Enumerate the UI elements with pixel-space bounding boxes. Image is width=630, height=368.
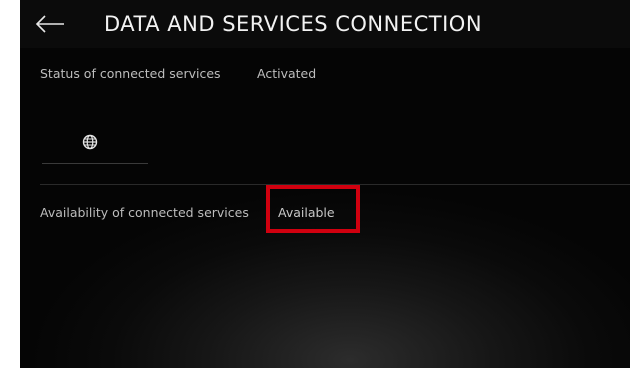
availability-label: Availability of connected services [40, 205, 249, 220]
section-divider [40, 184, 630, 185]
arrow-left-icon [35, 15, 64, 33]
header-bar: DATA AND SERVICES CONNECTION [20, 0, 630, 48]
status-label: Status of connected services [40, 66, 221, 81]
status-value: Activated [257, 66, 317, 81]
globe-icon [82, 134, 98, 150]
back-button[interactable] [32, 9, 68, 39]
tab-underline [42, 163, 148, 164]
infotainment-screen: DATA AND SERVICES CONNECTION Status of c… [20, 0, 630, 368]
page-title: DATA AND SERVICES CONNECTION [104, 12, 483, 36]
tab-connected-services[interactable] [42, 128, 148, 164]
availability-value: Available [278, 205, 335, 220]
